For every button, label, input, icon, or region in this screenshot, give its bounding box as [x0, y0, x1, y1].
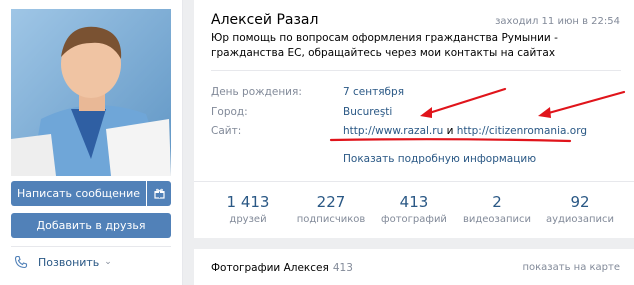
- counter-label: подписчиков: [296, 214, 366, 225]
- counter-photos[interactable]: 413 фотографий: [380, 193, 448, 225]
- profile-photo-image: [11, 9, 171, 176]
- site-link-citizenromania[interactable]: http://citizenromania.org: [457, 125, 587, 137]
- counter-audio[interactable]: 92 аудиозаписи: [546, 193, 614, 225]
- photos-card: Фотографии Алексея 413 показать на карте: [194, 249, 634, 285]
- city-label: Город:: [211, 106, 248, 118]
- photos-title: Фотографии Алексея: [211, 262, 329, 274]
- last-seen: заходил 11 июн в 22:54: [495, 16, 620, 27]
- counter-label: видеозаписи: [462, 214, 532, 225]
- counter-value: 1 413: [226, 193, 270, 211]
- photos-header[interactable]: Фотографии Алексея 413: [211, 262, 353, 274]
- birthday-row: День рождения: 7 сентября: [211, 86, 404, 101]
- photos-count: 413: [332, 262, 353, 274]
- counter-followers[interactable]: 227 подписчиков: [296, 193, 366, 225]
- call-label: Позвонить: [38, 255, 100, 269]
- profile-counters: 1 413 друзей 227 подписчиков 413 фотогра…: [214, 193, 615, 225]
- show-on-map-link[interactable]: показать на карте: [522, 262, 620, 273]
- profile-status: Юр помощь по вопросам оформления граждан…: [211, 32, 558, 59]
- site-links: http://www.razal.ru и http://citizenroma…: [343, 125, 587, 140]
- birthday-label: День рождения:: [211, 86, 302, 98]
- site-link-razal[interactable]: http://www.razal.ru: [343, 125, 443, 137]
- birthday-value[interactable]: 7 сентября: [343, 86, 404, 101]
- city-value[interactable]: Bucureşti: [343, 106, 392, 121]
- counter-videos[interactable]: 2 видеозаписи: [463, 193, 531, 225]
- site-conjunction: и: [443, 125, 457, 137]
- counter-friends[interactable]: 1 413 друзей: [214, 193, 282, 225]
- gift-icon: [153, 188, 165, 199]
- profile-sidebar: Написать сообщение Добавить в друзья Поз…: [0, 0, 183, 285]
- counter-label: аудиозаписи: [545, 214, 615, 225]
- message-button-group: Написать сообщение: [11, 181, 171, 206]
- counter-label: фотографий: [381, 214, 447, 225]
- counter-value: 92: [570, 193, 590, 211]
- call-button[interactable]: Позвонить ⌄: [14, 253, 112, 271]
- city-row: Город: Bucureşti: [211, 106, 392, 121]
- site-row: Сайт: http://www.razal.ru и http://citiz…: [211, 125, 587, 140]
- site-label: Сайт:: [211, 125, 242, 137]
- chevron-down-icon: ⌄: [104, 257, 112, 267]
- counter-label: друзей: [229, 214, 267, 225]
- sidebar-divider: [11, 246, 171, 247]
- profile-photo[interactable]: [11, 9, 171, 176]
- counters-divider: [194, 181, 634, 182]
- profile-info-card: Алексей Разал заходил 11 июн в 22:54 Юр …: [194, 0, 634, 238]
- counter-value: 413: [399, 193, 429, 211]
- show-more-info-link[interactable]: Показать подробную информацию: [343, 153, 536, 165]
- info-divider: [211, 70, 621, 71]
- gift-button[interactable]: [147, 181, 171, 206]
- counter-value: 227: [316, 193, 346, 211]
- send-message-button[interactable]: Написать сообщение: [11, 181, 146, 206]
- phone-icon: [14, 255, 28, 269]
- profile-name: Алексей Разал: [211, 12, 319, 28]
- add-friend-button[interactable]: Добавить в друзья: [11, 213, 171, 238]
- counter-value: 2: [492, 193, 502, 211]
